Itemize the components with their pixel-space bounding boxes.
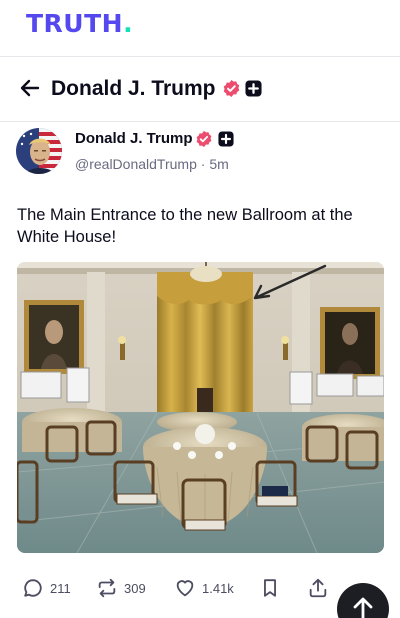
post-card[interactable]: Donald J. Trump @realDonaldTrump · 5m Th… bbox=[0, 122, 400, 618]
avatar-image bbox=[16, 128, 62, 174]
bookmark-button[interactable] bbox=[259, 576, 281, 600]
heart-icon bbox=[176, 580, 194, 597]
post-meta: @realDonaldTrump · 5m bbox=[75, 156, 229, 172]
reply-button[interactable]: 211 bbox=[22, 576, 71, 600]
logo-dot: . bbox=[123, 9, 134, 38]
post-image[interactable] bbox=[17, 262, 384, 553]
post-author-name[interactable]: Donald J. Trump bbox=[75, 130, 193, 147]
like-count: 1.41k bbox=[202, 580, 234, 596]
verified-badge-icon bbox=[196, 130, 212, 148]
retruth-button[interactable]: 309 bbox=[96, 576, 146, 600]
arrow-left-icon bbox=[20, 79, 40, 97]
verified-badge-icon bbox=[223, 79, 240, 98]
retruth-icon bbox=[98, 578, 116, 598]
truth-plus-badge-icon bbox=[218, 131, 234, 147]
post-timestamp[interactable]: 5m bbox=[209, 156, 228, 172]
retruth-count: 309 bbox=[124, 580, 146, 596]
scroll-to-top-button[interactable] bbox=[337, 583, 389, 618]
bookmark-icon bbox=[264, 579, 276, 597]
truth-logo[interactable]: TRUTH. bbox=[26, 9, 133, 38]
avatar[interactable] bbox=[16, 128, 62, 174]
logo-text: TRUTH bbox=[26, 9, 124, 38]
post-handle[interactable]: @realDonaldTrump bbox=[75, 156, 197, 172]
truth-plus-badge-icon bbox=[245, 80, 262, 97]
page-title: Donald J. Trump bbox=[51, 77, 216, 100]
reply-count: 211 bbox=[50, 580, 71, 596]
back-button[interactable] bbox=[18, 76, 42, 100]
share-icon bbox=[309, 578, 327, 598]
share-button[interactable] bbox=[307, 576, 329, 600]
profile-header: Donald J. Trump bbox=[0, 57, 400, 122]
reply-icon bbox=[24, 579, 42, 597]
ballroom-photo bbox=[17, 262, 384, 553]
post-text: The Main Entrance to the new Ballroom at… bbox=[17, 206, 353, 246]
meta-separator: · bbox=[200, 156, 206, 172]
top-bar: TRUTH. bbox=[0, 0, 400, 57]
arrow-up-icon bbox=[353, 597, 373, 618]
like-button[interactable]: 1.41k bbox=[174, 576, 234, 600]
